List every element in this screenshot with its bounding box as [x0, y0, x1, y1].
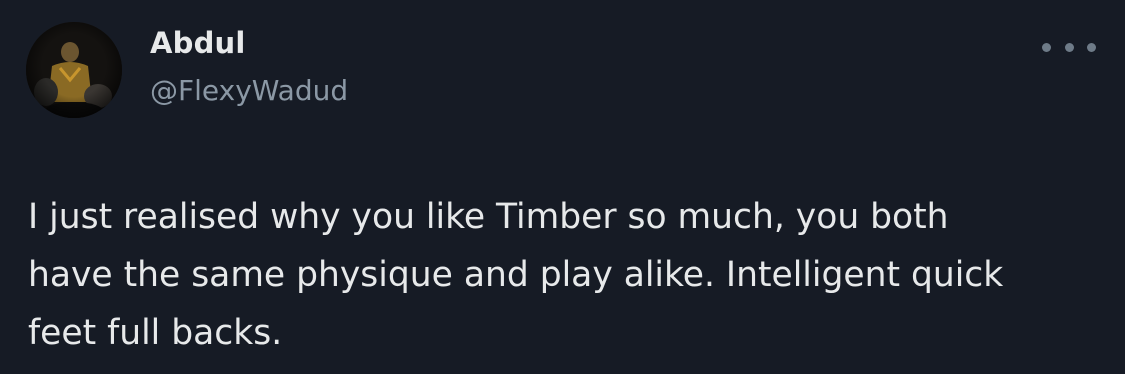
more-horizontal-icon-dot: [1087, 42, 1096, 52]
more-horizontal-icon-dot: [1064, 42, 1074, 52]
tweet-card: Abdul @FlexyWadud I just realised why yo…: [0, 0, 1125, 374]
tweet-text: I just realised why you like Timber so m…: [28, 197, 1004, 353]
avatar[interactable]: [26, 22, 122, 118]
user-handle[interactable]: @FlexyWadud: [150, 74, 348, 107]
more-options-button[interactable]: [1042, 32, 1096, 62]
more-horizontal-icon: [1042, 42, 1051, 52]
avatar-image: [26, 22, 122, 118]
display-name[interactable]: Abdul: [150, 26, 246, 60]
